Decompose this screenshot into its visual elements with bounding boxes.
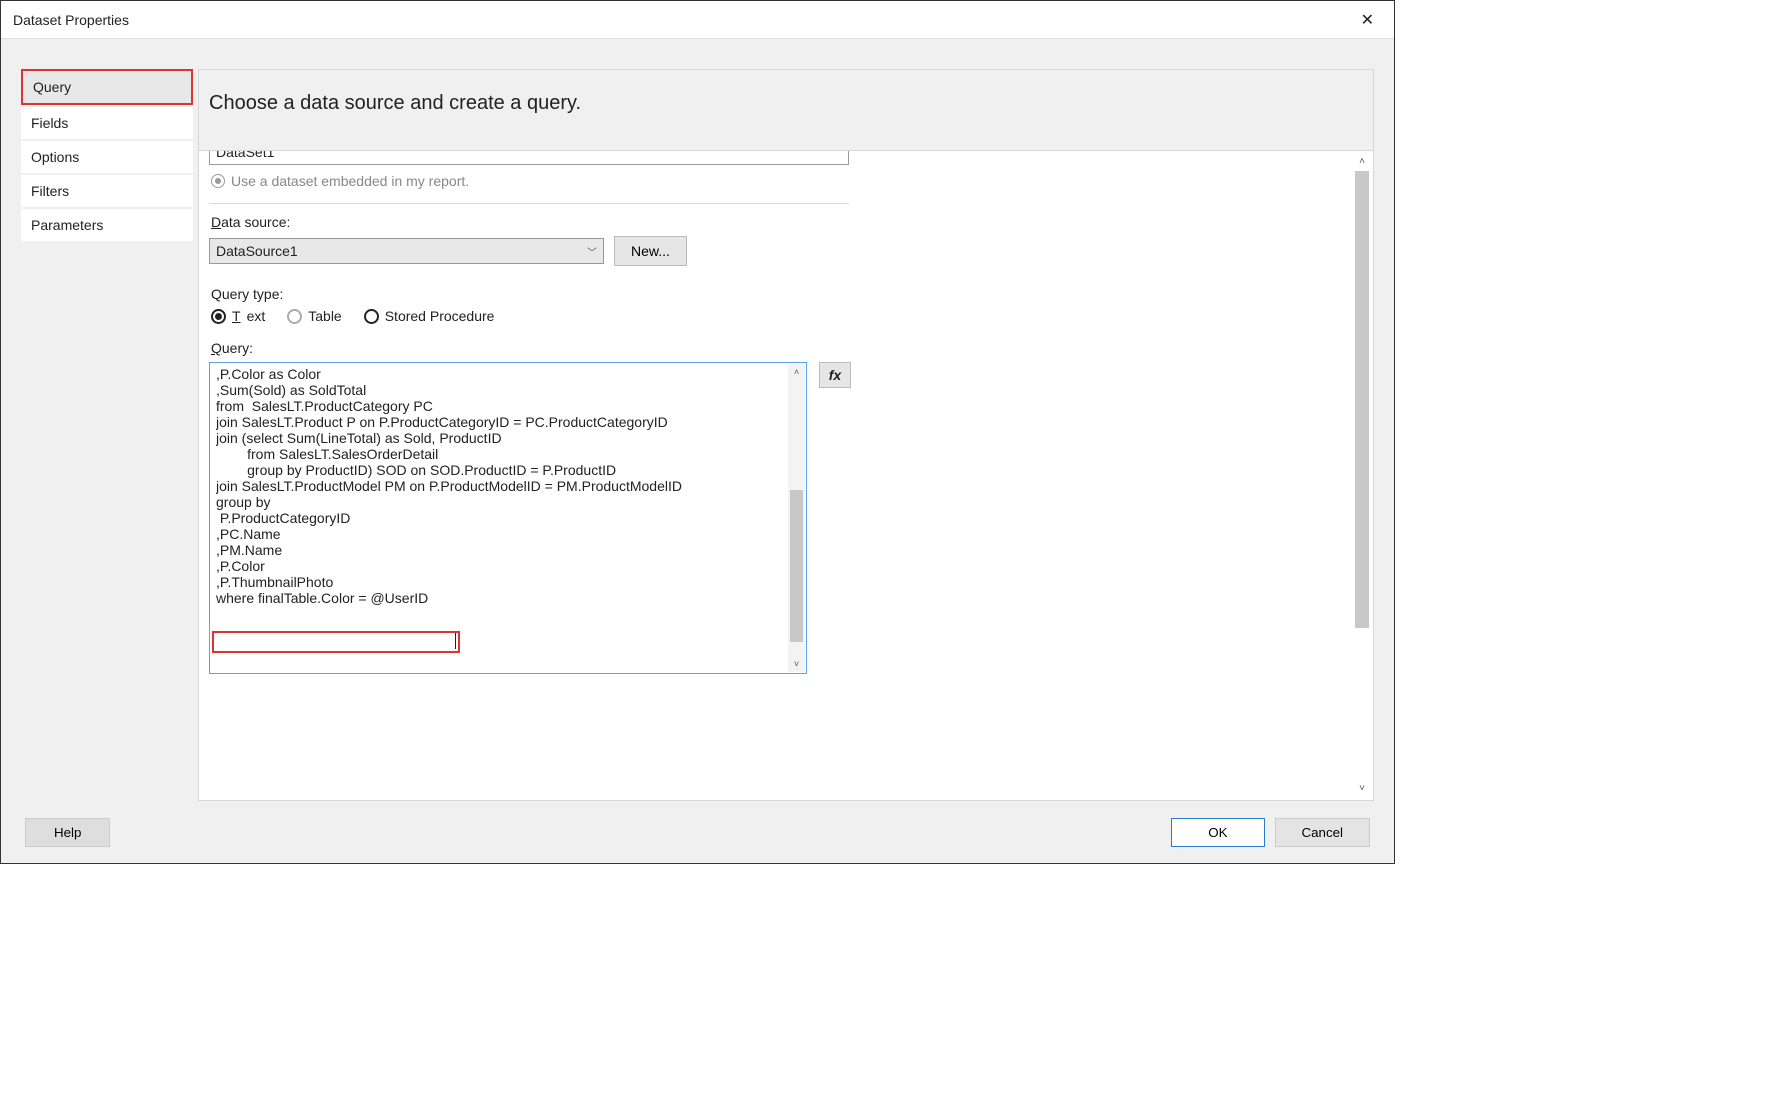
close-icon[interactable]: ✕ [1353, 6, 1382, 34]
ok-button[interactable]: OK [1171, 818, 1264, 847]
scroll-down-icon[interactable]: ˅ [788, 656, 805, 672]
sidebar-tab-label: Parameters [31, 217, 103, 233]
help-button[interactable]: Help [25, 818, 110, 847]
content-panel: Choose a data source and create a query.… [198, 69, 1374, 801]
panel-scrollbar[interactable]: ˄ ˅ [1353, 153, 1371, 798]
radio-label: Table [308, 308, 341, 324]
radio-label: Stored Procedure [385, 308, 495, 324]
titlebar: Dataset Properties ✕ [1, 1, 1394, 39]
content-header: Choose a data source and create a query. [198, 69, 1374, 150]
query-textarea[interactable]: ,P.Color as Color ,Sum(Sold) as SoldTota… [209, 362, 807, 674]
page-title: Choose a data source and create a query. [209, 92, 581, 114]
scroll-track[interactable] [788, 380, 805, 656]
expression-fx-button[interactable]: fx [819, 362, 851, 388]
sidebar-tab-fields[interactable]: Fields [21, 107, 193, 139]
query-scrollbar[interactable]: ˄ ˅ [788, 364, 805, 672]
sidebar-tab-options[interactable]: Options [21, 141, 193, 173]
button-label: OK [1208, 825, 1227, 840]
sidebar-tab-label: Options [31, 149, 79, 165]
new-data-source-button[interactable]: New... [614, 236, 687, 266]
radio-selected-icon [211, 309, 226, 324]
dataset-name-input[interactable]: DataSet1 [209, 151, 849, 165]
data-source-label: Data source: [211, 214, 1349, 230]
scroll-thumb[interactable] [1355, 171, 1369, 628]
sidebar-tab-filters[interactable]: Filters [21, 175, 193, 207]
text-cursor [455, 633, 456, 649]
sidebar: Query Fields Options Filters Parameters [21, 69, 193, 801]
data-source-dropdown[interactable]: DataSource1 ﹀ [209, 238, 604, 264]
query-type-table[interactable]: Table [287, 308, 341, 324]
scroll-up-icon[interactable]: ˄ [1353, 153, 1371, 171]
main-area: Query Fields Options Filters Parameters … [1, 39, 1394, 801]
dialog-footer: Help OK Cancel [1, 801, 1394, 863]
cancel-button[interactable]: Cancel [1275, 818, 1371, 847]
query-label: Query: [211, 340, 1349, 356]
scroll-thumb[interactable] [790, 490, 803, 642]
query-type-group: Text Table Stored Procedure [211, 308, 1349, 324]
embed-option-row[interactable]: Use a dataset embedded in my report. [211, 173, 1349, 189]
dataset-name-value: DataSet1 [216, 151, 274, 160]
sidebar-tab-label: Query [33, 79, 71, 95]
data-source-row: DataSource1 ﹀ New... [209, 236, 1349, 266]
data-source-value: DataSource1 [216, 243, 298, 259]
button-label: New... [631, 243, 670, 259]
dialog-title: Dataset Properties [13, 12, 129, 28]
query-type-stored-procedure[interactable]: Stored Procedure [364, 308, 495, 324]
button-label: Help [54, 825, 81, 840]
sidebar-tab-label: Filters [31, 183, 69, 199]
scroll-up-icon[interactable]: ˄ [788, 364, 805, 380]
chevron-down-icon: ﹀ [587, 244, 597, 259]
content-body: DataSet1 Use a dataset embedded in my re… [198, 150, 1374, 801]
sidebar-tab-parameters[interactable]: Parameters [21, 209, 193, 241]
form-scroll-area: DataSet1 Use a dataset embedded in my re… [209, 151, 1349, 794]
scroll-track[interactable] [1353, 171, 1371, 780]
query-type-text[interactable]: Text [211, 308, 265, 324]
radio-selected-icon [211, 174, 225, 188]
sidebar-tab-query[interactable]: Query [21, 69, 193, 105]
dataset-properties-dialog: Dataset Properties ✕ Query Fields Option… [0, 0, 1395, 864]
sidebar-tab-label: Fields [31, 115, 68, 131]
scroll-down-icon[interactable]: ˅ [1353, 780, 1371, 798]
separator [209, 203, 849, 204]
fx-label: fx [829, 367, 841, 383]
radio-empty-icon [287, 309, 302, 324]
query-text-content: ,P.Color as Color ,Sum(Sold) as SoldTota… [216, 366, 786, 670]
radio-empty-icon [364, 309, 379, 324]
query-area-row: ,P.Color as Color ,Sum(Sold) as SoldTota… [209, 362, 1349, 674]
query-type-label: Query type: [211, 286, 1349, 302]
embed-option-label: Use a dataset embedded in my report. [231, 173, 469, 189]
button-label: Cancel [1302, 825, 1344, 840]
